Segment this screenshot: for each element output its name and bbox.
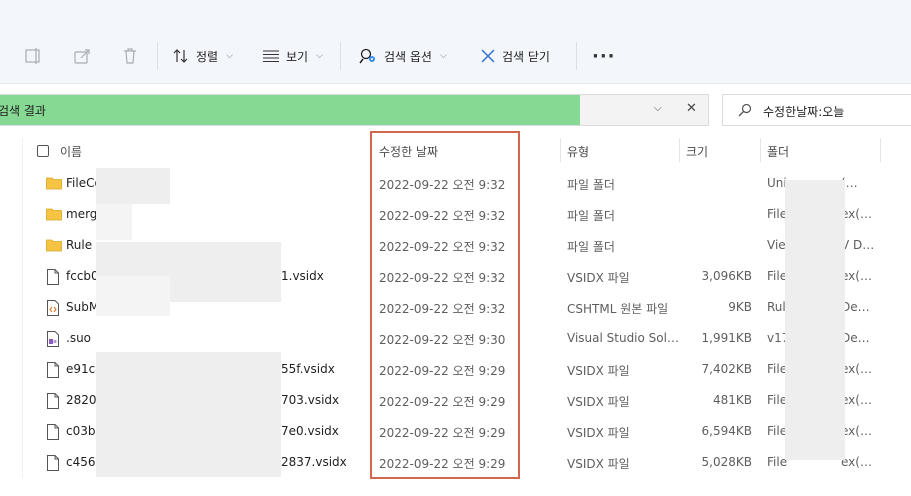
trash-icon xyxy=(124,48,136,64)
folder-path-suffix: De… xyxy=(841,331,870,345)
file-icon xyxy=(46,424,62,440)
column-header-folder[interactable]: 폴더 xyxy=(767,143,789,160)
folder-path: Vie xyxy=(767,238,786,252)
file-icon xyxy=(46,393,62,409)
file-size: 6,594KB xyxy=(701,424,752,438)
view-button[interactable]: 보기 ⌵ xyxy=(262,40,323,72)
rename-icon xyxy=(25,48,40,64)
toolbar-divider xyxy=(340,42,341,70)
chevron-down-icon: ⌵ xyxy=(316,51,323,61)
folder-path-suffix: ex(… xyxy=(841,393,872,407)
chevron-down-icon: ⌵ xyxy=(439,51,447,61)
sort-label: 정렬 xyxy=(196,49,219,64)
file-name: 2820 xyxy=(66,393,97,407)
close-search-label: 검색 닫기 xyxy=(502,49,550,64)
toolbar-divider xyxy=(157,42,158,70)
file-name-suffix: 55f.vsidx xyxy=(281,362,335,376)
search-options-label: 검색 옵션 xyxy=(384,49,432,64)
command-bar: 정렬 ⌵ 보기 ⌵ 검색 옵션 ⌵ 검색 닫기 ··· xyxy=(0,0,911,84)
redacted-area xyxy=(96,352,281,477)
share-button[interactable] xyxy=(73,40,93,72)
sort-button[interactable]: 정렬 ⌵ xyxy=(172,40,233,72)
more-options-button[interactable]: ··· xyxy=(592,46,616,67)
column-header-size[interactable]: 크기 xyxy=(686,143,708,160)
file-size: 9KB xyxy=(728,300,752,314)
address-progress-highlight xyxy=(0,95,580,125)
file-name: SubM xyxy=(66,300,100,314)
folder-icon xyxy=(46,176,62,190)
view-label: 보기 xyxy=(286,49,309,64)
file-name-suffix: 2837.vsidx xyxy=(281,455,347,469)
file-type: VSIDX 파일 xyxy=(567,426,630,440)
chevron-down-icon[interactable]: ⌵ xyxy=(654,103,662,114)
redacted-area xyxy=(96,204,132,240)
file-type: 파일 폴더 xyxy=(567,240,615,254)
suo-file-icon xyxy=(46,331,62,347)
folder-path-suffix: V D… xyxy=(841,238,875,252)
column-header-type[interactable]: 유형 xyxy=(567,143,589,160)
folder-path-suffix: ex(… xyxy=(841,207,872,221)
file-size: 5,028KB xyxy=(701,455,752,469)
column-divider[interactable] xyxy=(679,138,680,162)
redacted-area xyxy=(96,168,170,204)
file-name-suffix: 703.vsidx xyxy=(281,393,340,407)
redacted-area xyxy=(96,276,170,316)
file-type: VSIDX 파일 xyxy=(567,364,630,378)
column-header-name[interactable]: 이름 xyxy=(60,143,82,160)
folder-path: Uni xyxy=(767,176,787,190)
file-icon xyxy=(46,269,62,285)
file-name-suffix: 1.vsidx xyxy=(281,269,324,283)
folder-icon xyxy=(46,238,62,252)
search-icon xyxy=(738,103,752,117)
delete-button[interactable] xyxy=(121,40,139,72)
folder-path-suffix: De… xyxy=(841,300,870,314)
cshtml-file-icon xyxy=(46,300,62,316)
date-column-highlight xyxy=(370,131,520,479)
folder-path-suffix: ex(… xyxy=(841,269,872,283)
file-name: c03b xyxy=(66,424,96,438)
file-size: 481KB xyxy=(712,393,752,407)
file-size: 3,096KB xyxy=(701,269,752,283)
column-divider[interactable] xyxy=(760,138,761,162)
close-icon xyxy=(481,49,495,63)
address-path: 검색 결과 xyxy=(0,104,46,118)
column-divider[interactable] xyxy=(560,138,561,162)
redacted-area xyxy=(785,180,845,460)
close-search-button[interactable]: 검색 닫기 xyxy=(480,40,550,72)
folder-path: Rul xyxy=(767,300,786,314)
view-list-icon xyxy=(263,50,279,63)
file-type: VSIDX 파일 xyxy=(567,395,630,409)
file-type: 파일 폴더 xyxy=(567,209,615,223)
sort-icon xyxy=(173,49,188,63)
search-options-icon xyxy=(359,48,375,64)
folder-path-suffix: ex(… xyxy=(841,424,872,438)
toolbar-divider xyxy=(576,42,577,70)
chevron-down-icon: ⌵ xyxy=(226,51,233,61)
file-size: 1,991KB xyxy=(701,331,752,345)
file-name: Rule xyxy=(66,238,93,252)
folder-icon xyxy=(46,207,62,221)
file-icon xyxy=(46,455,62,471)
file-size: 7,402KB xyxy=(701,362,752,376)
folder-path-suffix: ex(… xyxy=(841,362,872,376)
file-type: VSIDX 파일 xyxy=(567,457,630,471)
select-all-checkbox[interactable] xyxy=(37,145,49,157)
share-icon xyxy=(74,49,90,64)
column-divider[interactable] xyxy=(880,138,881,162)
file-type: VSIDX 파일 xyxy=(567,271,630,285)
folder-path-suffix: ex(… xyxy=(841,455,872,469)
close-icon[interactable]: ✕ xyxy=(686,101,697,116)
search-query: 수정한날짜:오늘 xyxy=(763,105,845,119)
pane-divider xyxy=(22,138,23,478)
file-name: .suo xyxy=(66,331,92,345)
search-options-button[interactable]: 검색 옵션 ⌵ xyxy=(358,40,447,72)
address-bar[interactable]: 검색 결과 ⌵ ✕ xyxy=(0,94,709,126)
file-name-suffix: 7e0.vsidx xyxy=(281,424,339,438)
file-name: fccb0 xyxy=(66,269,99,283)
file-type: 파일 폴더 xyxy=(567,178,615,192)
rename-button[interactable] xyxy=(24,40,44,72)
file-icon xyxy=(46,362,62,378)
search-box[interactable]: 수정한날짜:오늘 xyxy=(722,94,911,126)
